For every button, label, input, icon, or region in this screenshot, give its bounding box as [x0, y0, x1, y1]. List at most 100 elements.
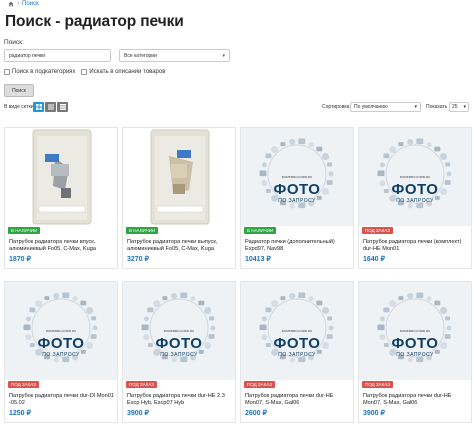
product-name[interactable]: Патрубок радиатора печки dur-HE Mon07, S…: [245, 393, 351, 407]
placeholder-site: DOMKRRO-FORD.RU: [163, 329, 195, 333]
status-badge: ПОД ЗАКАЗ: [362, 381, 393, 388]
placeholder-foto: ФОТО: [273, 335, 321, 352]
grid-view-button[interactable]: [33, 102, 44, 112]
status-badge: В НАЛИЧИИ: [244, 227, 277, 234]
product-card[interactable]: DOMKRRO-FORD.RU ФОТО ПО ЗАПРОСУ ПОД ЗАКАЗ Па…: [358, 281, 472, 423]
search-label: Поиск:: [4, 39, 24, 46]
product-image[interactable]: DOMKRRO-FORD.RU ФОТО ПО ЗАПРОСУ: [5, 282, 117, 380]
product-card[interactable]: DOMKRRO-FORD.RU ФОТО ПО ЗАПРОСУ ПОД ЗАКАЗ Па…: [4, 281, 118, 423]
product-name[interactable]: Патрубок радиатора печки dur-HE Mon07, S…: [363, 393, 469, 407]
product-price: 10413 ₽: [245, 256, 271, 263]
product-price: 2600 ₽: [245, 410, 267, 417]
checkbox-box[interactable]: [81, 69, 88, 75]
placeholder-foto: ФОТО: [391, 335, 439, 352]
grid-icon: [35, 104, 42, 110]
placeholder-site: DOMKRRO-FORD.RU: [281, 329, 313, 333]
category-select[interactable]: Все категории ▾: [119, 49, 230, 62]
product-card[interactable]: В НАЛИЧИИ Патрубок радиатора печки выпуск…: [122, 127, 236, 269]
breadcrumb-separator: ›: [17, 1, 19, 7]
product-image[interactable]: DOMKRRO-FORD.RU ФОТО ПО ЗАПРОСУ: [241, 282, 353, 380]
category-select-value: Все категории: [124, 52, 157, 59]
photo-placeholder: DOMKRRO-FORD.RU ФОТО ПО ЗАПРОСУ: [241, 128, 353, 226]
product-card[interactable]: DOMKRRO-FORD.RU ФОТО ПО ЗАПРОСУ ПОД ЗАКАЗ Па…: [358, 127, 472, 269]
status-badge: ПОД ЗАКАЗ: [126, 381, 157, 388]
product-image[interactable]: [5, 128, 117, 226]
product-card[interactable]: DOMKRRO-FORD.RU ФОТО ПО ЗАПРОСУ ПОД ЗАКАЗ Па…: [122, 281, 236, 423]
product-card[interactable]: В НАЛИЧИИ Патрубок радиатора печки впуск,…: [4, 127, 118, 269]
search-button[interactable]: Поиск: [4, 84, 34, 97]
product-image[interactable]: DOMKRRO-FORD.RU ФОТО ПО ЗАПРОСУ: [359, 282, 471, 380]
search-input[interactable]: [4, 49, 111, 62]
show-label: Показать: [426, 104, 448, 110]
status-badge: ПОД ЗАКАЗ: [8, 381, 39, 388]
product-photo: [123, 128, 235, 226]
status-badge: ПОД ЗАКАЗ: [244, 381, 275, 388]
product-name[interactable]: Патрубок радиатора печки dur-DI Mon01 -0…: [9, 393, 115, 407]
status-badge: ПОД ЗАКАЗ: [362, 227, 393, 234]
checkbox-box[interactable]: [4, 69, 10, 75]
placeholder-site: DOMKRRO-FORD.RU: [399, 329, 431, 333]
search-options: Поиск в подкатегориях Искать в описании …: [4, 69, 165, 75]
view-label: В виде сетки: [4, 104, 34, 110]
product-price: 1870 ₽: [9, 256, 31, 263]
placeholder-site: DOMKRRO-FORD.RU: [45, 329, 77, 333]
placeholder-site: DOMKRRO-FORD.RU: [399, 175, 431, 179]
photo-placeholder: DOMKRRO-FORD.RU ФОТО ПО ЗАПРОСУ: [123, 282, 235, 380]
chevron-down-icon: ▾: [222, 52, 225, 59]
product-name[interactable]: Патрубок радиатора печки (комплект) dur-…: [363, 239, 469, 253]
descriptions-label: Искать в описании товаров: [89, 69, 166, 75]
breadcrumb: › Поиск: [8, 1, 39, 7]
table-icon: [59, 104, 66, 110]
subcategories-checkbox[interactable]: Поиск в подкатегориях: [4, 69, 75, 75]
placeholder-foto: ФОТО: [37, 335, 85, 352]
placeholder-site: DOMKRRO-FORD.RU: [281, 175, 313, 179]
subcategories-label: Поиск в подкатегориях: [12, 69, 76, 75]
sort-label: Сортировка: [322, 104, 350, 110]
product-price: 1640 ₽: [363, 256, 385, 263]
product-price: 3900 ₽: [127, 410, 149, 417]
chevron-down-icon: ▾: [414, 104, 417, 110]
placeholder-foto: ФОТО: [391, 181, 439, 198]
placeholder-zapros: ПО ЗАПРОСУ: [42, 352, 80, 358]
sort-select-value: По умолчанию: [354, 104, 388, 110]
product-name[interactable]: Патрубок радиатора печки dur-HE 2.3 Escp…: [127, 393, 233, 407]
photo-placeholder: DOMKRRO-FORD.RU ФОТО ПО ЗАПРОСУ: [359, 282, 471, 380]
sort-select[interactable]: По умолчанию ▾: [350, 102, 421, 112]
page-title: Поиск - радиатор печки: [5, 13, 184, 30]
list-icon: [47, 104, 54, 110]
product-image[interactable]: DOMKRRO-FORD.RU ФОТО ПО ЗАПРОСУ: [241, 128, 353, 226]
product-card[interactable]: DOMKRRO-FORD.RU ФОТО ПО ЗАПРОСУ ПОД ЗАКАЗ Па…: [240, 281, 354, 423]
placeholder-zapros: ПО ЗАПРОСУ: [278, 198, 316, 204]
breadcrumb-item-search[interactable]: Поиск: [22, 1, 39, 7]
photo-placeholder: DOMKRRO-FORD.RU ФОТО ПО ЗАПРОСУ: [5, 282, 117, 380]
placeholder-zapros: ПО ЗАПРОСУ: [396, 352, 434, 358]
product-name[interactable]: Радиатор печки (дополнительный) Expd97, …: [245, 239, 351, 253]
product-image[interactable]: DOMKRRO-FORD.RU ФОТО ПО ЗАПРОСУ: [359, 128, 471, 226]
product-card[interactable]: DOMKRRO-FORD.RU ФОТО ПО ЗАПРОСУ В НАЛИЧИИ Ра…: [240, 127, 354, 269]
show-select[interactable]: 25 ▾: [449, 102, 469, 112]
placeholder-foto: ФОТО: [155, 335, 203, 352]
photo-placeholder: DOMKRRO-FORD.RU ФОТО ПО ЗАПРОСУ: [241, 282, 353, 380]
table-view-button[interactable]: [57, 102, 68, 112]
placeholder-zapros: ПО ЗАПРОСУ: [396, 198, 434, 204]
descriptions-checkbox[interactable]: Искать в описании товаров: [81, 69, 165, 75]
product-photo: [5, 128, 117, 226]
home-icon[interactable]: [8, 1, 14, 7]
chevron-down-icon: ▾: [463, 104, 466, 110]
placeholder-zapros: ПО ЗАПРОСУ: [278, 352, 316, 358]
view-switcher: [33, 102, 68, 112]
status-badge: В НАЛИЧИИ: [8, 227, 41, 234]
status-badge: В НАЛИЧИИ: [126, 227, 159, 234]
show-select-value: 25: [452, 104, 458, 110]
list-view-button[interactable]: [45, 102, 56, 112]
product-image[interactable]: DOMKRRO-FORD.RU ФОТО ПО ЗАПРОСУ: [123, 282, 235, 380]
photo-placeholder: DOMKRRO-FORD.RU ФОТО ПО ЗАПРОСУ: [359, 128, 471, 226]
product-name[interactable]: Патрубок радиатора печки выпуск, алюмини…: [127, 239, 233, 253]
product-price: 3900 ₽: [363, 410, 385, 417]
product-price: 1250 ₽: [9, 410, 31, 417]
product-name[interactable]: Патрубок радиатора печки впуск, алюминие…: [9, 239, 115, 253]
placeholder-zapros: ПО ЗАПРОСУ: [160, 352, 198, 358]
placeholder-foto: ФОТО: [273, 181, 321, 198]
product-image[interactable]: [123, 128, 235, 226]
product-price: 3270 ₽: [127, 256, 149, 263]
